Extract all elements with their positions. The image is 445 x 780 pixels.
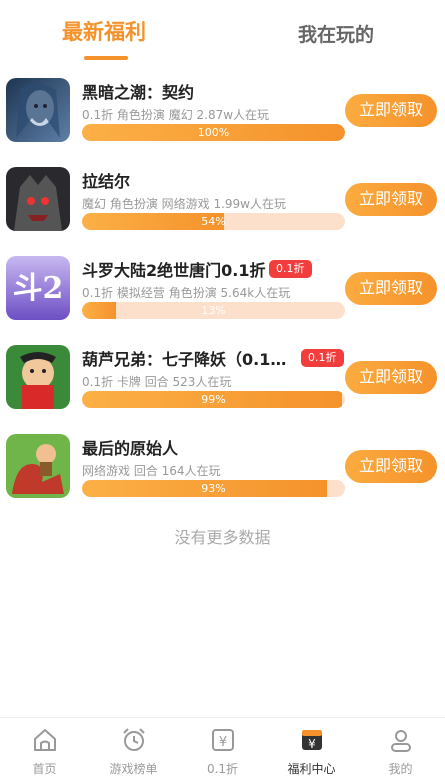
list-item[interactable]: 最后的原始人 网络游戏 回合 164人在玩 93% 立即领取	[0, 434, 445, 523]
discount-badge: 0.1折	[269, 260, 312, 278]
bottom-nav: 首页 游戏榜单 ¥ 0.1折 ¥ 福利中心 我的	[0, 717, 445, 780]
progress-label: 93%	[201, 482, 226, 495]
discount-badge: 0.1折	[301, 349, 344, 367]
progress-bar: 99%	[82, 391, 345, 408]
list-item[interactable]: 斗2 斗罗大陆2绝世唐门0.1折 0.1折 0.1折 模拟经营 角色扮演 5.6…	[0, 256, 445, 345]
list-item[interactable]: 葫芦兄弟：七子降妖（0.1… 0.1折 0.1折 卡牌 回合 523人在玩 99…	[0, 345, 445, 434]
game-thumbnail[interactable]	[6, 345, 70, 409]
game-name: 最后的原始人	[82, 439, 179, 458]
claim-button[interactable]: 立即领取	[345, 272, 437, 305]
claim-button[interactable]: 立即领取	[345, 94, 437, 127]
user-icon	[391, 730, 411, 752]
game-thumbnail[interactable]: 斗2	[6, 256, 70, 320]
claim-button[interactable]: 立即领取	[345, 450, 437, 483]
progress-bar: 13%	[82, 302, 345, 319]
game-name: 斗罗大陆2绝世唐门0.1折	[82, 261, 266, 280]
nav-rankings[interactable]: 游戏榜单	[89, 718, 178, 780]
svg-text:斗2: 斗2	[13, 271, 64, 306]
game-meta: 0.1折 角色扮演 魔幻 2.87w人在玩	[82, 108, 270, 122]
nav-home[interactable]: 首页	[0, 718, 89, 780]
progress-label: 99%	[201, 393, 226, 406]
progress-bar: 100%	[82, 124, 345, 141]
list-item[interactable]: 拉结尔 魔幻 角色扮演 网络游戏 1.99w人在玩 54% 立即领取	[0, 167, 445, 256]
game-list: 黑暗之潮：契约 0.1折 角色扮演 魔幻 2.87w人在玩 100% 立即领取 …	[0, 78, 445, 523]
game-name: 拉结尔	[82, 172, 131, 191]
nav-label: 0.1折	[206, 762, 239, 776]
nav-label: 福利中心	[287, 762, 336, 776]
progress-label: 100%	[197, 126, 230, 139]
nav-me[interactable]: 我的	[356, 718, 445, 780]
tab-playing[interactable]: 我在玩的	[298, 20, 374, 47]
no-more-data: 没有更多数据	[174, 528, 271, 547]
claim-button[interactable]: 立即领取	[345, 183, 437, 216]
svg-text:¥: ¥	[308, 737, 316, 751]
game-thumbnail[interactable]	[6, 78, 70, 142]
nav-welfare[interactable]: ¥ 福利中心	[267, 718, 356, 780]
home-icon	[34, 729, 56, 751]
progress-bar: 93%	[82, 480, 345, 497]
nav-discount[interactable]: ¥ 0.1折	[178, 718, 267, 780]
top-tabs: 最新福利 我在玩的	[0, 0, 445, 62]
game-meta: 魔幻 角色扮演 网络游戏 1.99w人在玩	[82, 197, 286, 211]
game-name: 黑暗之潮：契约	[82, 83, 195, 102]
progress-label: 54%	[201, 215, 226, 228]
welfare-icon: ¥	[302, 730, 322, 751]
game-meta: 网络游戏 回合 164人在玩	[82, 464, 221, 478]
nav-label: 游戏榜单	[109, 762, 158, 776]
alarm-clock-icon	[123, 728, 145, 751]
tab-latest-welfare[interactable]: 最新福利	[62, 16, 146, 46]
game-name: 葫芦兄弟：七子降妖（0.1…	[82, 350, 287, 369]
game-meta: 0.1折 卡牌 回合 523人在玩	[82, 375, 232, 389]
progress-bar: 54%	[82, 213, 345, 230]
list-item[interactable]: 黑暗之潮：契约 0.1折 角色扮演 魔幻 2.87w人在玩 100% 立即领取	[0, 78, 445, 167]
svg-text:¥: ¥	[219, 735, 227, 750]
nav-label: 我的	[388, 762, 413, 776]
claim-button[interactable]: 立即领取	[345, 361, 437, 394]
progress-label: 13%	[201, 304, 226, 317]
game-meta: 0.1折 模拟经营 角色扮演 5.64k人在玩	[82, 286, 291, 300]
tab-indicator	[84, 56, 128, 60]
game-thumbnail[interactable]	[6, 167, 70, 231]
nav-label: 首页	[32, 762, 57, 776]
discount-icon: ¥	[212, 729, 234, 751]
game-thumbnail[interactable]	[6, 434, 70, 498]
